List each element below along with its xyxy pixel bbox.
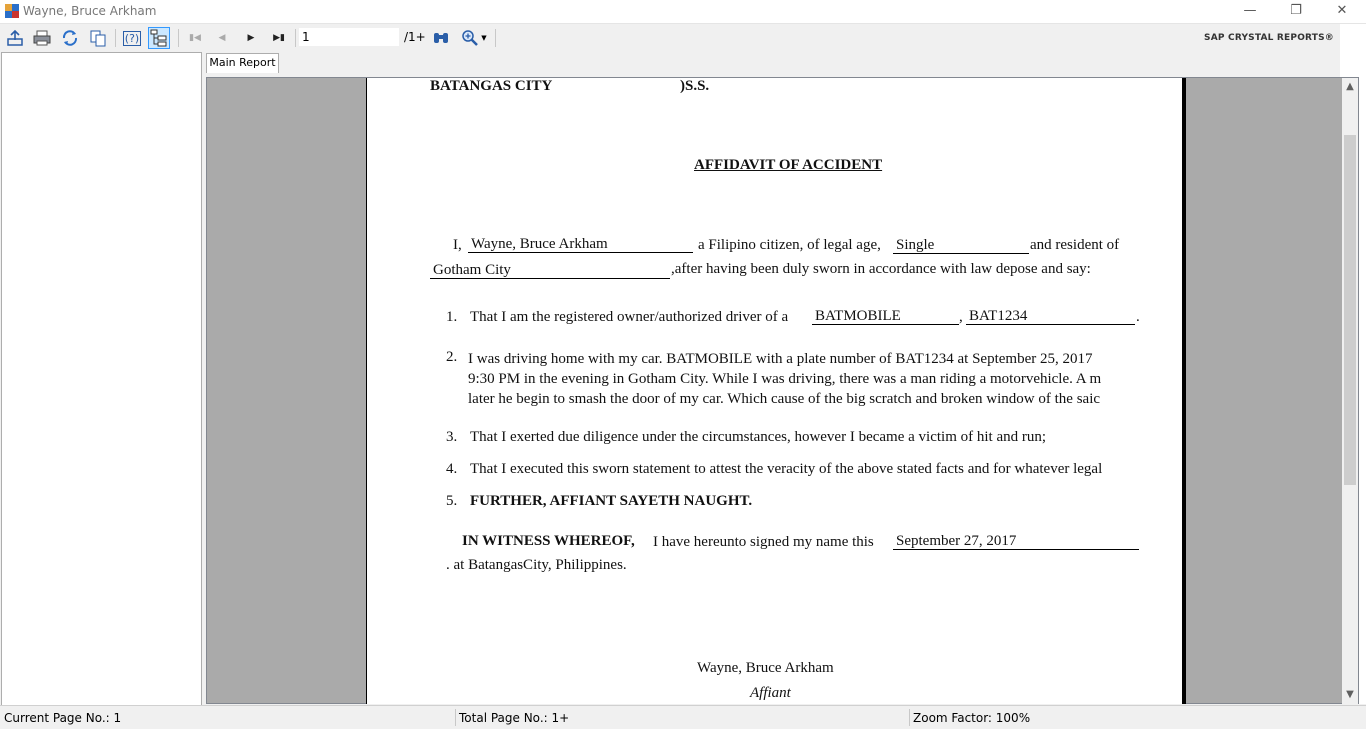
find-button[interactable] <box>430 27 452 49</box>
group-tree-panel[interactable] <box>1 52 202 706</box>
first-page-icon: ▮◀ <box>189 33 201 43</box>
app-icon <box>5 4 19 18</box>
help-icon: (?) <box>122 30 142 46</box>
total-page-status: Total Page No.: 1+ <box>459 711 570 725</box>
location-line: . at BatangasCity, Philippines. <box>446 557 627 573</box>
brand-logo: SAP CRYSTAL REPORTS® <box>1204 33 1334 43</box>
toolbar-separator <box>495 29 496 47</box>
next-page-button[interactable]: ▶ <box>240 27 262 49</box>
item-3-number: 3. <box>446 429 458 445</box>
title-bar: Wayne, Bruce Arkham — ❐ ✕ <box>0 0 1366 24</box>
item-4-text: That I executed this sworn statement to … <box>470 461 1103 477</box>
status-bar: Current Page No.: 1 Total Page No.: 1+ Z… <box>0 705 1366 729</box>
venue-place: BATANGAS CITY <box>430 78 553 94</box>
next-page-icon: ▶ <box>247 33 255 43</box>
item-2-line-2: 9:30 PM in the evening in Gotham City. W… <box>468 371 1102 387</box>
plate-field: BAT1234 <box>966 308 1135 325</box>
minimize-button[interactable]: — <box>1227 0 1273 23</box>
page-count-label: /1+ <box>404 30 426 44</box>
report-page: BATANGAS CITY )S.S. AFFIDAVIT OF ACCIDEN… <box>366 78 1183 704</box>
page-title: AFFIDAVIT OF ACCIDENT <box>694 157 883 173</box>
intro-prefix: I, <box>453 237 462 253</box>
close-button[interactable]: ✕ <box>1319 0 1365 23</box>
item-2-number: 2. <box>446 349 458 365</box>
export-button[interactable] <box>4 27 26 49</box>
intro-end: and resident of <box>1030 237 1120 253</box>
item-5-text: FURTHER, AFFIANT SAYETH NAUGHT. <box>470 493 753 509</box>
status-separator <box>909 709 910 726</box>
restore-button[interactable]: ❐ <box>1273 0 1319 23</box>
last-page-icon: ▶▮ <box>273 33 285 43</box>
civil-status-field: Single <box>893 237 1029 254</box>
witness-bold: IN WITNESS WHEREOF, <box>462 533 635 549</box>
period: . <box>1136 309 1140 325</box>
residence-field: Gotham City <box>430 262 670 279</box>
current-page-status: Current Page No.: 1 <box>4 711 122 725</box>
item-1-text: That I am the registered owner/authorize… <box>470 309 789 325</box>
venue-ss: )S.S. <box>680 78 710 94</box>
item-4-number: 4. <box>446 461 458 477</box>
group-tree-icon <box>150 29 167 47</box>
tab-main-report[interactable]: Main Report <box>206 53 279 73</box>
zoom-dropdown[interactable]: ▼ <box>458 27 490 49</box>
intro-mid: a Filipino citizen, of legal age, <box>698 237 881 253</box>
affiant-name-field: Wayne, Bruce Arkham <box>468 236 693 253</box>
refresh-button[interactable] <box>59 27 81 49</box>
signature-name: Wayne, Bruce Arkham <box>697 660 834 676</box>
zoom-status: Zoom Factor: 100% <box>913 711 1031 725</box>
printer-icon <box>33 30 51 46</box>
refresh-icon <box>62 30 78 46</box>
toolbar-separator <box>178 29 179 47</box>
zoom-icon <box>462 30 479 46</box>
page-edge <box>1182 78 1186 704</box>
window-title: Wayne, Bruce Arkham <box>23 4 157 18</box>
item-3-text: That I exerted due diligence under the c… <box>470 429 1047 445</box>
tab-label: Main Report <box>209 56 276 69</box>
scroll-thumb[interactable] <box>1344 135 1356 485</box>
help-button[interactable]: (?) <box>121 27 143 49</box>
item-5-number: 5. <box>446 493 458 509</box>
previous-page-icon: ◀ <box>218 33 226 43</box>
intro-tail: ,after having been duly sworn in accorda… <box>671 261 1091 277</box>
toggle-group-tree-button[interactable] <box>148 27 170 49</box>
last-page-button[interactable]: ▶▮ <box>268 27 290 49</box>
status-separator <box>455 709 456 726</box>
first-page-button[interactable]: ▮◀ <box>184 27 206 49</box>
binoculars-icon <box>434 33 448 43</box>
witness-text: I have hereunto signed my name this <box>653 534 874 550</box>
report-toolbar: (?) ▮◀ ◀ ▶ ▶▮ ▼ <box>0 24 1366 51</box>
sign-date-field: September 27, 2017 <box>893 533 1139 550</box>
copy-icon <box>90 30 106 47</box>
scroll-up-arrow[interactable]: ▲ <box>1342 79 1358 95</box>
item-2-line-1: I was driving home with my car. BATMOBIL… <box>468 351 1093 367</box>
toolbar-separator <box>295 29 296 47</box>
page-number-input[interactable] <box>299 28 399 46</box>
vehicle-field: BATMOBILE <box>812 308 959 325</box>
previous-page-button[interactable]: ◀ <box>211 27 233 49</box>
item-1-number: 1. <box>446 309 458 325</box>
export-icon <box>7 29 23 46</box>
print-button[interactable] <box>31 27 53 49</box>
item-2-line-3: later he begin to smash the door of my c… <box>468 391 1101 407</box>
scroll-down-arrow[interactable]: ▼ <box>1342 687 1358 703</box>
signature-role: Affiant <box>750 685 791 701</box>
copy-button[interactable] <box>87 27 109 49</box>
toolbar-separator <box>115 29 116 47</box>
chevron-down-icon: ▼ <box>481 34 487 42</box>
comma: , <box>959 309 963 325</box>
